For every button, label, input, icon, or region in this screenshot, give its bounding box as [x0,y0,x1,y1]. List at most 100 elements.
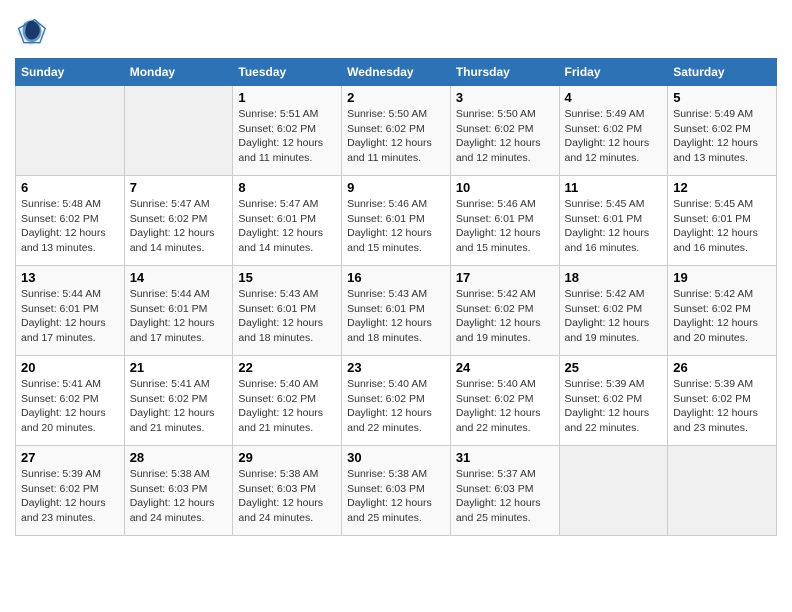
day-number: 14 [130,270,228,285]
day-info: Sunrise: 5:43 AM Sunset: 6:01 PM Dayligh… [238,287,336,346]
calendar-cell: 14 Sunrise: 5:44 AM Sunset: 6:01 PM Dayli… [124,266,233,356]
day-info: Sunrise: 5:39 AM Sunset: 6:02 PM Dayligh… [673,377,771,436]
day-number: 31 [456,450,554,465]
calendar-cell: 7 Sunrise: 5:47 AM Sunset: 6:02 PM Daylig… [124,176,233,266]
calendar-cell: 27Sunrise: 5:39 AM Sunset: 6:02 PM Dayli… [16,446,125,536]
calendar-cell: 24 Sunrise: 5:40 AM Sunset: 6:02 PM Dayli… [450,356,559,446]
calendar-cell: 19 Sunrise: 5:42 AM Sunset: 6:02 PM Dayli… [668,266,777,356]
day-info: Sunrise: 5:45 AM Sunset: 6:01 PM Dayligh… [565,197,663,256]
calendar-cell: 5 Sunrise: 5:49 AM Sunset: 6:02 PM Daylig… [668,86,777,176]
calendar-cell: 25 Sunrise: 5:39 AM Sunset: 6:02 PM Dayli… [559,356,668,446]
day-number: 17 [456,270,554,285]
day-info: Sunrise: 5:40 AM Sunset: 6:02 PM Dayligh… [456,377,554,436]
day-number: 8 [238,180,336,195]
calendar-cell: 3 Sunrise: 5:50 AM Sunset: 6:02 PM Daylig… [450,86,559,176]
day-info: Sunrise: 5:47 AM Sunset: 6:01 PM Dayligh… [238,197,336,256]
day-info: Sunrise: 5:38 AM Sunset: 6:03 PM Dayligh… [347,467,445,526]
day-info: Sunrise: 5:48 AM Sunset: 6:02 PM Dayligh… [21,197,119,256]
day-info: Sunrise: 5:38 AM Sunset: 6:03 PM Dayligh… [238,467,336,526]
day-number: 1 [238,90,336,105]
day-info: Sunrise: 5:40 AM Sunset: 6:02 PM Dayligh… [238,377,336,436]
calendar-body: 1Sunrise: 5:51 AM Sunset: 6:02 PM Daylig… [16,86,777,536]
day-number: 5 [673,90,771,105]
day-info: Sunrise: 5:39 AM Sunset: 6:02 PM Dayligh… [565,377,663,436]
day-info: Sunrise: 5:37 AM Sunset: 6:03 PM Dayligh… [456,467,554,526]
day-number: 29 [238,450,336,465]
day-number: 3 [456,90,554,105]
day-info: Sunrise: 5:40 AM Sunset: 6:02 PM Dayligh… [347,377,445,436]
day-number: 15 [238,270,336,285]
day-info: Sunrise: 5:42 AM Sunset: 6:02 PM Dayligh… [565,287,663,346]
day-info: Sunrise: 5:43 AM Sunset: 6:01 PM Dayligh… [347,287,445,346]
day-info: Sunrise: 5:38 AM Sunset: 6:03 PM Dayligh… [130,467,228,526]
calendar-cell: 13 Sunrise: 5:44 AM Sunset: 6:01 PM Dayli… [16,266,125,356]
day-number: 24 [456,360,554,375]
weekday-header: Sunday [16,59,125,86]
calendar-cell: 20Sunrise: 5:41 AM Sunset: 6:02 PM Dayli… [16,356,125,446]
calendar-cell: 12Sunrise: 5:45 AM Sunset: 6:01 PM Dayli… [668,176,777,266]
day-number: 10 [456,180,554,195]
weekday-header: Thursday [450,59,559,86]
calendar-cell: 31 Sunrise: 5:37 AM Sunset: 6:03 PM Dayli… [450,446,559,536]
weekday-header: Saturday [668,59,777,86]
calendar-cell: 18 Sunrise: 5:42 AM Sunset: 6:02 PM Dayli… [559,266,668,356]
calendar-cell [668,446,777,536]
calendar-cell: 10 Sunrise: 5:46 AM Sunset: 6:01 PM Dayli… [450,176,559,266]
day-number: 20 [21,360,119,375]
day-info: Sunrise: 5:45 AM Sunset: 6:01 PM Dayligh… [673,197,771,256]
weekday-header: Monday [124,59,233,86]
calendar-cell: 23 Sunrise: 5:40 AM Sunset: 6:02 PM Dayli… [342,356,451,446]
day-info: Sunrise: 5:50 AM Sunset: 6:02 PM Dayligh… [347,107,445,166]
day-info: Sunrise: 5:44 AM Sunset: 6:01 PM Dayligh… [21,287,119,346]
calendar-cell [16,86,125,176]
calendar-cell: 28Sunrise: 5:38 AM Sunset: 6:03 PM Dayli… [124,446,233,536]
weekday-header: Friday [559,59,668,86]
day-number: 11 [565,180,663,195]
weekday-header-row: SundayMondayTuesdayWednesdayThursdayFrid… [16,59,777,86]
day-number: 22 [238,360,336,375]
logo-icon [15,16,47,48]
day-number: 27 [21,450,119,465]
day-number: 6 [21,180,119,195]
calendar-cell: 2 Sunrise: 5:50 AM Sunset: 6:02 PM Daylig… [342,86,451,176]
day-info: Sunrise: 5:49 AM Sunset: 6:02 PM Dayligh… [673,107,771,166]
calendar-week-row: 27Sunrise: 5:39 AM Sunset: 6:02 PM Dayli… [16,446,777,536]
day-info: Sunrise: 5:49 AM Sunset: 6:02 PM Dayligh… [565,107,663,166]
day-info: Sunrise: 5:44 AM Sunset: 6:01 PM Dayligh… [130,287,228,346]
calendar-cell: 11 Sunrise: 5:45 AM Sunset: 6:01 PM Dayli… [559,176,668,266]
calendar-cell: 15 Sunrise: 5:43 AM Sunset: 6:01 PM Dayli… [233,266,342,356]
logo [15,20,51,48]
weekday-header: Wednesday [342,59,451,86]
day-number: 19 [673,270,771,285]
day-info: Sunrise: 5:41 AM Sunset: 6:02 PM Dayligh… [130,377,228,436]
day-info: Sunrise: 5:47 AM Sunset: 6:02 PM Dayligh… [130,197,228,256]
day-number: 2 [347,90,445,105]
calendar-week-row: 13 Sunrise: 5:44 AM Sunset: 6:01 PM Dayli… [16,266,777,356]
calendar-header: SundayMondayTuesdayWednesdayThursdayFrid… [16,59,777,86]
calendar-week-row: 20 Sunrise: 5:41 AM Sunset: 6:02 PM Dayli… [16,356,777,446]
calendar-cell: 29 Sunrise: 5:38 AM Sunset: 6:03 PM Dayli… [233,446,342,536]
calendar-cell [124,86,233,176]
page-header [15,15,777,48]
calendar-cell: 30 Sunrise: 5:38 AM Sunset: 6:03 PM Dayli… [342,446,451,536]
day-number: 25 [565,360,663,375]
day-number: 9 [347,180,445,195]
day-number: 26 [673,360,771,375]
calendar-cell: 26 Sunrise: 5:39 AM Sunset: 6:02 PM Dayli… [668,356,777,446]
day-info: Sunrise: 5:50 AM Sunset: 6:02 PM Dayligh… [456,107,554,166]
calendar-cell: 4 Sunrise: 5:49 AM Sunset: 6:02 PM Daylig… [559,86,668,176]
day-number: 13 [21,270,119,285]
calendar-cell: 17 Sunrise: 5:42 AM Sunset: 6:02 PM Dayli… [450,266,559,356]
day-number: 30 [347,450,445,465]
day-info: Sunrise: 5:42 AM Sunset: 6:02 PM Dayligh… [456,287,554,346]
day-info: Sunrise: 5:42 AM Sunset: 6:02 PM Dayligh… [673,287,771,346]
day-number: 18 [565,270,663,285]
calendar-cell: 8 Sunrise: 5:47 AM Sunset: 6:01 PM Daylig… [233,176,342,266]
day-info: Sunrise: 5:46 AM Sunset: 6:01 PM Dayligh… [456,197,554,256]
day-number: 16 [347,270,445,285]
day-number: 4 [565,90,663,105]
day-number: 23 [347,360,445,375]
calendar-cell: 6 Sunrise: 5:48 AM Sunset: 6:02 PM Daylig… [16,176,125,266]
day-number: 21 [130,360,228,375]
day-number: 7 [130,180,228,195]
